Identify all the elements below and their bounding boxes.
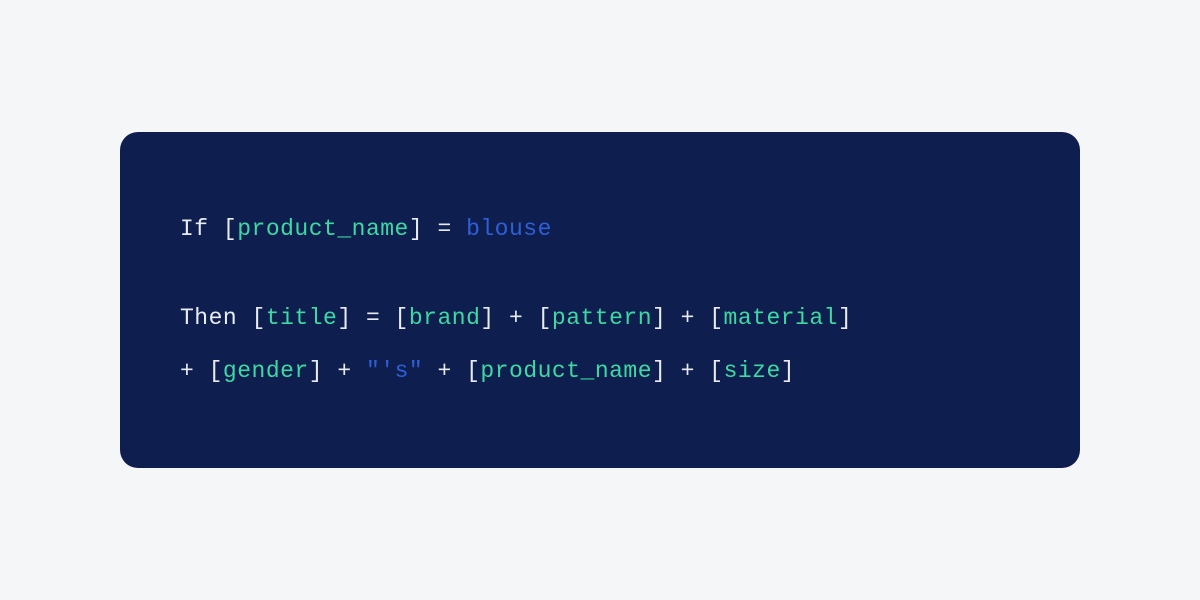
- code-var-product-name: product_name: [237, 216, 409, 242]
- code-keyword-then: Then [: [180, 305, 266, 331]
- code-var-size: size: [724, 358, 781, 384]
- code-operator: ] + [: [652, 305, 724, 331]
- code-var-material: material: [724, 305, 838, 331]
- code-var-gender: gender: [223, 358, 309, 384]
- code-string-literal: "'s": [366, 358, 423, 384]
- code-line-then: Then [title] = [brand] + [pattern] + [ma…: [180, 301, 1020, 336]
- code-value-blouse: blouse: [466, 216, 552, 242]
- code-block: If [product_name] = blouse Then [title] …: [120, 132, 1080, 469]
- code-line-then-cont: + [gender] + "'s" + [product_name] + [si…: [180, 354, 1020, 389]
- code-operator: + [: [423, 358, 480, 384]
- code-keyword-if: If [: [180, 216, 237, 242]
- code-var-brand: brand: [409, 305, 481, 331]
- code-operator: ] + [: [652, 358, 724, 384]
- code-var-product-name: product_name: [480, 358, 652, 384]
- code-var-pattern: pattern: [552, 305, 652, 331]
- code-operator: ] = [: [337, 305, 409, 331]
- code-var-title: title: [266, 305, 338, 331]
- code-line-if: If [product_name] = blouse: [180, 212, 1020, 247]
- code-bracket-close: ]: [838, 305, 852, 331]
- code-operator: + [: [180, 358, 223, 384]
- code-bracket-close: ]: [781, 358, 795, 384]
- code-operator: ] + [: [480, 305, 552, 331]
- line-gap: [180, 336, 1020, 354]
- code-operator: ] +: [309, 358, 366, 384]
- blank-line: [180, 246, 1020, 301]
- code-bracket-equals: ] =: [409, 216, 466, 242]
